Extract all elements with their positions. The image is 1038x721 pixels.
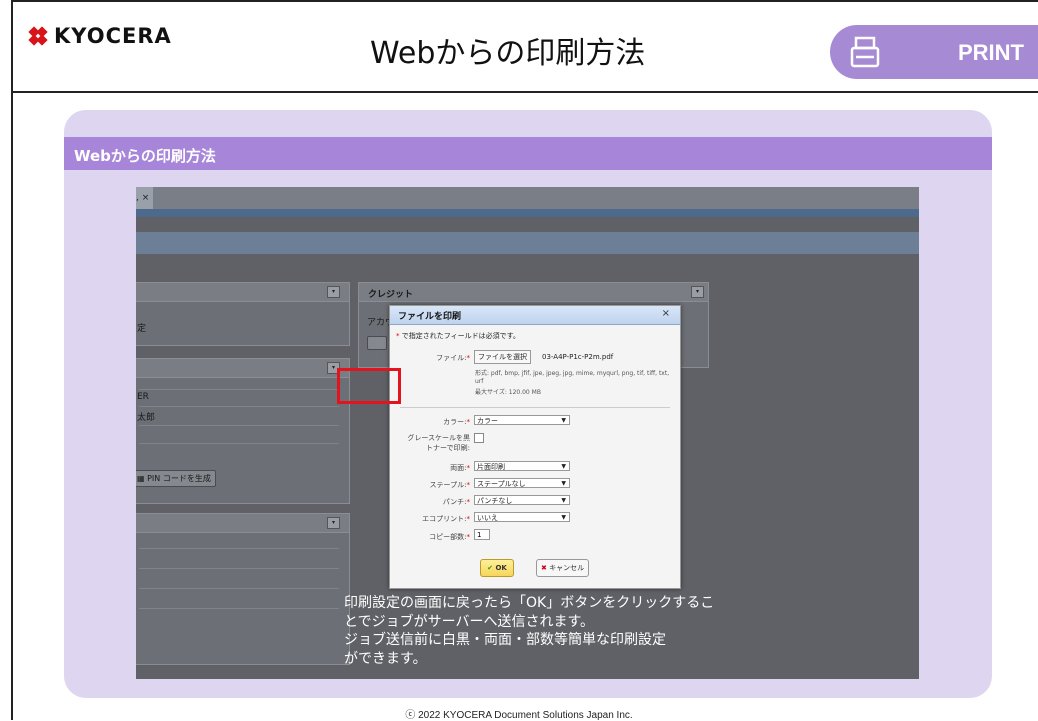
caption-line: とでジョブがサーバーへ送信されます。 [344,613,595,630]
color-select[interactable]: カラー ▼ [474,415,570,425]
caption-line: 印刷設定の画面に戻ったら「OK」ボタンをクリックするこ [344,595,715,611]
frame-left-border [11,0,13,720]
kyocera-logo: KYOCERA [28,24,172,48]
dialog-titlebar: ファイルを印刷 × [390,306,680,325]
grayscale-checkbox[interactable] [474,433,484,443]
ecoprint-label: エコプリント:* [422,515,470,523]
instruction-caption: 印刷設定の画面に戻ったら「OK」ボタンをクリックするこ とでジョブがサーバーへ送… [344,594,764,668]
chevron-down-icon: ▼ [561,514,566,521]
logo-text: KYOCERA [54,24,172,48]
cancel-button[interactable]: ✖ キャンセル [536,559,590,577]
ok-button[interactable]: ✔ OK [480,559,514,577]
file-formats-cont: urf [475,378,484,385]
checkmark-icon: ✔ [487,564,494,572]
chevron-down-icon: ▼ [561,480,566,487]
staple-label: ステープル:* [429,481,470,489]
copies-input[interactable]: 1 [474,529,490,540]
bg-text: 太郎 [137,413,156,423]
bg-text: 定 [137,324,147,334]
color-label: カラー:* [443,418,470,426]
print-section-label: PRINT [958,40,1024,65]
copies-label: コピー部数:* [429,533,470,541]
required-note: * で指定されたフィールドは必須です。 [396,332,520,340]
page-title: Webからの印刷方法 [370,36,646,71]
key-icon: ▦ [137,474,148,483]
bg-panel-left-top: ▾ 定 [136,282,350,346]
punch-label: パンチ:* [442,498,470,506]
browser-tab-strip [136,187,919,209]
caption-line: ができます。 [344,650,427,667]
browser-tab[interactable]: , × [136,187,153,209]
dialog-close-icon[interactable]: × [662,308,670,319]
generate-pin-button[interactable]: ▦ PIN コードを生成 [136,470,216,487]
bg-panel-left-mid: ▾ ER 太郎 ▦ PIN コードを生成 [136,358,350,504]
panel-menu-chevron-icon[interactable]: ▾ [327,517,340,529]
caption-line: ジョブ送信前に白黒・両面・部数等簡単な印刷設定 [344,632,666,648]
file-formats: 形式: pdf, bmp, jfif, jpe, jpeg, jpg, mime… [475,370,670,377]
choose-file-button[interactable]: ファイルを選択 [474,350,531,364]
app-toolbar [136,209,919,217]
print-file-dialog: ファイルを印刷 × * で指定されたフィールドは必須です。 ファイル:* ファイ… [389,305,681,589]
punch-select[interactable]: パンチなし ▼ [474,495,570,505]
header-divider [11,91,1038,93]
app-nav-bar [136,232,919,254]
ok-button-highlight [337,368,401,404]
grayscale-label: グレースケールを黒 [407,434,470,442]
grayscale-label-cont: トナーで印刷: [426,444,470,452]
duplex-label: 両面:* [450,464,470,472]
printer-icon [850,36,880,68]
close-x-icon: ✖ [541,564,547,572]
duplex-select[interactable]: 片面印刷 ▼ [474,461,570,471]
kyocera-logo-mark-icon [28,26,48,46]
tab-close-icon[interactable]: , × [136,193,149,203]
bg-panel-left-bottom: ▾ [136,513,350,665]
dialog-divider [400,407,670,408]
chevron-down-icon: ▼ [561,417,566,424]
selected-file-name: 03-A4P-P1c-P2m.pdf [542,353,614,361]
max-file-size: 最大サイズ: 120.00 MB [475,389,541,396]
bg-text: ER [137,392,149,402]
panel-menu-chevron-icon[interactable]: ▾ [691,286,704,298]
chevron-down-icon: ▼ [561,497,566,504]
dialog-title: ファイルを印刷 [398,312,462,322]
credit-panel-title: クレジット [368,290,414,300]
ecoprint-select[interactable]: いいえ ▼ [474,512,570,522]
content-panel-heading: Webからの印刷方法 [74,147,216,165]
staple-select[interactable]: ステープルなし ▼ [474,478,570,488]
frame-top-border [11,0,1038,2]
panel-menu-chevron-icon[interactable]: ▾ [327,286,340,298]
credit-action-button[interactable] [367,336,387,350]
file-label: ファイル:* [436,354,470,362]
copyright-footer: ⓒ 2022 KYOCERA Document Solutions Japan … [405,710,633,721]
chevron-down-icon: ▼ [561,463,566,470]
